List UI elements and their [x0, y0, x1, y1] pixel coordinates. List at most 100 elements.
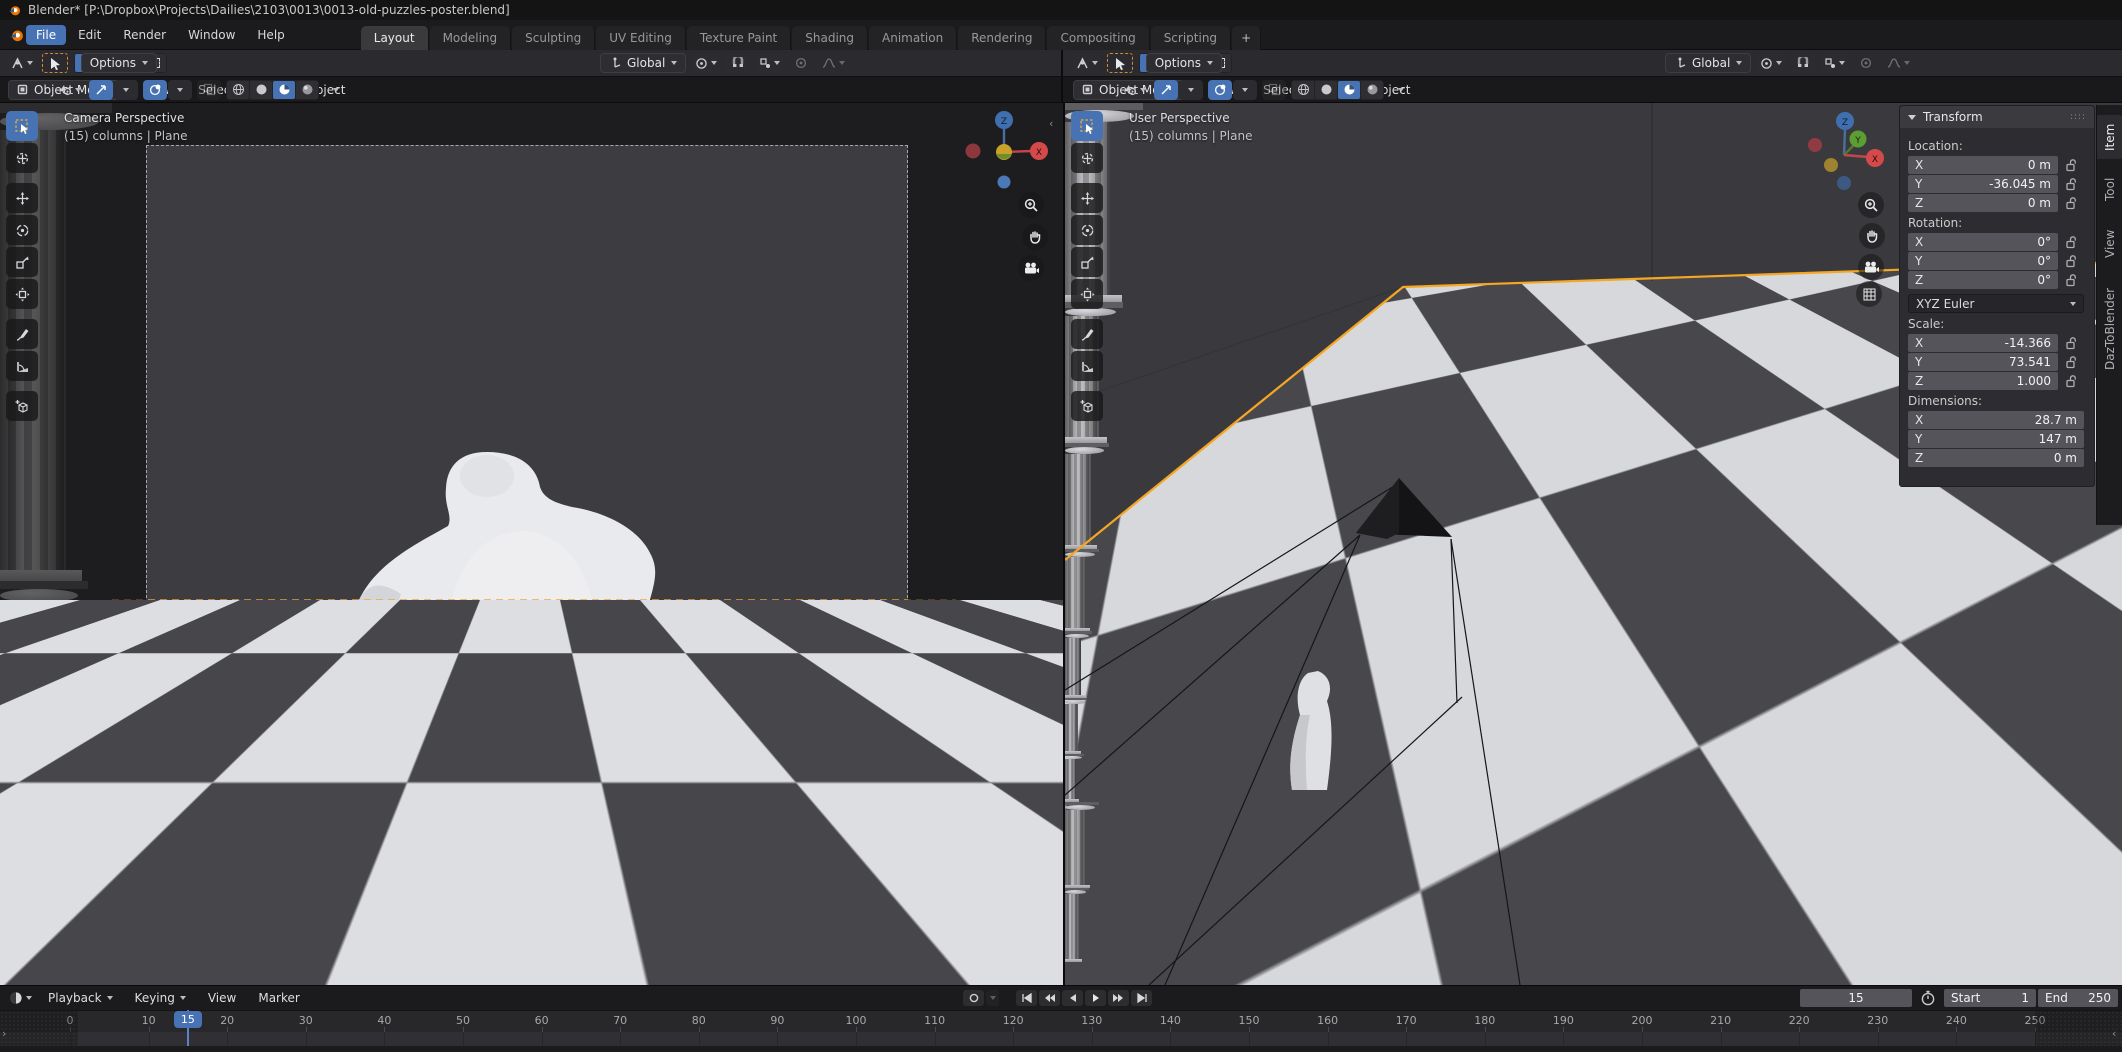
auto-keying-button[interactable]	[963, 990, 984, 1006]
workspace-tab-scripting[interactable]: Scripting	[1151, 26, 1231, 50]
proportional-editing-toggle[interactable]	[1854, 53, 1878, 73]
shading-wireframe[interactable]	[227, 81, 249, 99]
pivot-point-dropdown[interactable]	[1757, 53, 1785, 73]
tool-add-cube[interactable]	[6, 391, 38, 421]
snap-toggle[interactable]	[726, 53, 750, 73]
transform-field-dimensions-y[interactable]: Y147 m	[1908, 430, 2084, 448]
workspace-tab-compositing[interactable]: Compositing	[1047, 26, 1149, 50]
auto-keying-options-caret[interactable]	[986, 990, 999, 1006]
collapse-triangle-icon[interactable]	[1908, 115, 1916, 120]
tool-cursor[interactable]	[1071, 143, 1103, 173]
tool-cursor[interactable]	[6, 143, 38, 173]
transform-field-dimensions-z[interactable]: Z0 m	[1908, 449, 2084, 467]
tool-move[interactable]	[6, 183, 38, 213]
show-gizmo-toggle[interactable]	[89, 80, 113, 100]
menu-edit[interactable]: Edit	[68, 25, 111, 45]
frame-end-field[interactable]: End250	[2038, 989, 2118, 1007]
gizmo-options-caret[interactable]	[1179, 80, 1203, 100]
workspace-tab-sculpting[interactable]: Sculpting	[512, 26, 595, 50]
tool-annotate[interactable]	[6, 319, 38, 349]
proportional-editing-toggle[interactable]	[789, 53, 813, 73]
prev-keyframe-button[interactable]	[1039, 990, 1060, 1006]
gizmo-options-caret[interactable]	[114, 80, 138, 100]
tool-move[interactable]	[1071, 183, 1103, 213]
timeline-menu-playback[interactable]: Playback	[39, 988, 122, 1008]
tool-scale[interactable]	[1071, 247, 1103, 277]
tool-transform[interactable]	[6, 279, 38, 309]
play-reverse-button[interactable]	[1062, 990, 1083, 1006]
editor-type-button[interactable]	[1073, 53, 1101, 73]
tool-scale[interactable]	[6, 247, 38, 277]
timeline-menu-view[interactable]: View	[199, 988, 245, 1008]
workspace-tab-shading[interactable]: Shading	[792, 26, 868, 50]
viewport-user[interactable]: User Perspective (15) columns | Plane Z …	[1065, 103, 2122, 985]
shading-solid[interactable]	[250, 81, 272, 99]
navigation-gizmo[interactable]: Z Y X	[1800, 105, 1900, 200]
transform-field-scale-z[interactable]: Z1.000	[1908, 372, 2058, 390]
lock-icon[interactable]	[2066, 274, 2077, 287]
region-expand-arrow[interactable]: ›	[2, 1027, 6, 1040]
overlays-options-caret[interactable]	[1233, 80, 1257, 100]
object-visibility-dropdown[interactable]	[1120, 80, 1149, 100]
frame-start-field[interactable]: Start1	[1944, 989, 2036, 1007]
pan-hand-icon[interactable]	[1859, 223, 1885, 249]
tool-transform[interactable]	[1071, 279, 1103, 309]
sidebar-tab-daztoblender[interactable]: DazToBlender	[2097, 277, 2122, 381]
play-button[interactable]	[1085, 990, 1106, 1006]
lock-icon[interactable]	[2066, 255, 2077, 268]
shading-rendered[interactable]	[1361, 81, 1383, 99]
lock-icon[interactable]	[2066, 236, 2077, 249]
workspace-tab-layout[interactable]: Layout	[361, 26, 429, 50]
sidebar-tab-tool[interactable]: Tool	[2097, 167, 2122, 211]
tool-rotate[interactable]	[6, 215, 38, 245]
workspace-tab-rendering[interactable]: Rendering	[958, 26, 1046, 50]
shading-rendered[interactable]	[296, 81, 318, 99]
orientation-dropdown[interactable]: Global	[600, 53, 686, 73]
navigation-gizmo[interactable]: Z X	[958, 105, 1058, 200]
transform-field-rotation-x[interactable]: X0°	[1908, 233, 2058, 251]
overlays-options-caret[interactable]	[168, 80, 192, 100]
rotation-mode-dropdown[interactable]: XYZ Euler	[1908, 294, 2084, 313]
sidebar-expand-arrow[interactable]: ‹	[1049, 117, 1053, 130]
show-gizmo-toggle[interactable]	[1154, 80, 1178, 100]
xray-toggle[interactable]	[197, 80, 221, 100]
editor-type-clock-icon[interactable]	[6, 988, 35, 1008]
shading-options-caret[interactable]	[324, 80, 348, 100]
transform-field-rotation-y[interactable]: Y0°	[1908, 252, 2058, 270]
tool-add-cube[interactable]	[1071, 391, 1103, 421]
transform-field-location-y[interactable]: Y-36.045 m	[1908, 175, 2058, 193]
shading-material-preview[interactable]	[273, 81, 295, 99]
next-keyframe-button[interactable]	[1108, 990, 1129, 1006]
current-frame-field[interactable]: 15	[1800, 989, 1912, 1007]
camera-view-icon[interactable]	[1858, 254, 1884, 280]
lock-icon[interactable]	[2066, 337, 2077, 350]
snap-target-dropdown[interactable]	[1821, 53, 1848, 73]
options-dropdown[interactable]: Options	[81, 53, 157, 73]
orientation-dropdown[interactable]: Global	[1665, 53, 1751, 73]
transform-field-rotation-z[interactable]: Z0°	[1908, 271, 2058, 289]
shading-material-preview[interactable]	[1338, 81, 1360, 99]
drag-grip-icon[interactable]: ::::	[2070, 112, 2086, 122]
object-visibility-dropdown[interactable]	[55, 80, 84, 100]
tool-annotate[interactable]	[1071, 319, 1103, 349]
menu-window[interactable]: Window	[178, 25, 245, 45]
workspace-tab-uv-editing[interactable]: UV Editing	[596, 26, 686, 50]
zoom-icon[interactable]	[1018, 192, 1044, 218]
snap-target-dropdown[interactable]	[756, 53, 783, 73]
lock-icon[interactable]	[2066, 159, 2077, 172]
tool-measure[interactable]	[1071, 351, 1103, 381]
pivot-point-dropdown[interactable]	[692, 53, 720, 73]
transform-field-scale-x[interactable]: X-14.366	[1908, 334, 2058, 352]
proportional-falloff-dropdown[interactable]	[1884, 53, 1913, 73]
tool-rotate[interactable]	[1071, 215, 1103, 245]
timeline-menu-marker[interactable]: Marker	[249, 988, 308, 1008]
timeline-menu-keying[interactable]: Keying	[126, 988, 195, 1008]
shading-options-caret[interactable]	[1389, 80, 1413, 100]
snap-toggle[interactable]	[1791, 53, 1815, 73]
playhead-frame-badge[interactable]: 15	[174, 1011, 202, 1028]
tool-select-box[interactable]	[6, 111, 38, 141]
region-expand-arrow[interactable]: ‹	[2112, 1027, 2116, 1040]
pan-hand-icon[interactable]	[1022, 224, 1048, 250]
transform-field-scale-y[interactable]: Y73.541	[1908, 353, 2058, 371]
transform-field-dimensions-x[interactable]: X28.7 m	[1908, 411, 2084, 429]
